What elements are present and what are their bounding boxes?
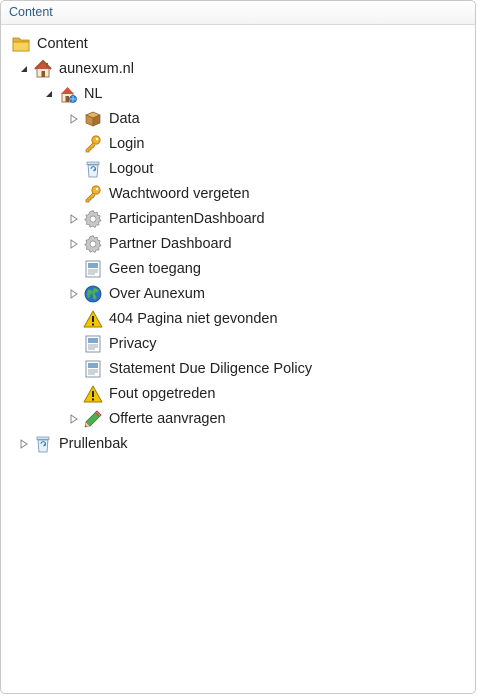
pencil-icon bbox=[83, 409, 103, 429]
expand-arrow-icon[interactable] bbox=[19, 438, 29, 449]
tree-node-trash[interactable]: Prullenbak bbox=[19, 431, 128, 456]
tree-node-content[interactable]: Content bbox=[11, 31, 88, 56]
page-icon bbox=[83, 259, 103, 279]
tree-node-item[interactable]: Statement Due Diligence Policy bbox=[69, 356, 312, 381]
tree-node-label: Partner Dashboard bbox=[109, 235, 232, 252]
tree-node-label: Fout opgetreden bbox=[109, 385, 216, 402]
content-panel: Content Content aunexum.nl NL Data Login… bbox=[0, 0, 476, 694]
home-icon bbox=[33, 59, 53, 79]
gear-icon bbox=[83, 209, 103, 229]
tree-node-item[interactable]: Fout opgetreden bbox=[69, 381, 215, 406]
expand-arrow-icon[interactable] bbox=[69, 413, 79, 424]
tree-node-item[interactable]: 404 Pagina niet gevonden bbox=[69, 306, 278, 331]
tree-node-item[interactable]: Data bbox=[69, 106, 140, 131]
gear-icon bbox=[83, 234, 103, 254]
tree-node-item[interactable]: ParticipantenDashboard bbox=[69, 206, 265, 231]
expand-arrow-icon[interactable] bbox=[69, 238, 79, 249]
tree-node-nl[interactable]: NL bbox=[44, 81, 103, 106]
panel-title: Content bbox=[1, 1, 475, 25]
tree-node-label: Geen toegang bbox=[109, 260, 201, 277]
home-language-icon bbox=[58, 84, 78, 104]
tree-node-item[interactable]: Logout bbox=[69, 156, 153, 181]
tree-node-label: Login bbox=[109, 135, 145, 152]
tree-node-label: 404 Pagina niet gevonden bbox=[109, 310, 278, 327]
tree-node-label: NL bbox=[84, 85, 103, 102]
tree-node-item[interactable]: Over Aunexum bbox=[69, 281, 205, 306]
page-icon bbox=[83, 334, 103, 354]
tree-node-item[interactable]: Offerte aanvragen bbox=[69, 406, 226, 431]
tree-node-label: Data bbox=[109, 110, 140, 127]
tree-node-label: aunexum.nl bbox=[59, 60, 134, 77]
warning-icon bbox=[83, 384, 103, 404]
tree-node-item[interactable]: Geen toegang bbox=[69, 256, 201, 281]
tree-node-label: Over Aunexum bbox=[109, 285, 205, 302]
tree-node-label: Content bbox=[37, 35, 88, 52]
box-icon bbox=[83, 109, 103, 129]
folder-icon bbox=[11, 34, 31, 54]
expand-arrow-icon[interactable] bbox=[69, 288, 79, 299]
page-icon bbox=[83, 359, 103, 379]
tree-node-label: Statement Due Diligence Policy bbox=[109, 360, 313, 377]
tree-node-label: Prullenbak bbox=[59, 435, 128, 452]
tree-node-label: Offerte aanvragen bbox=[109, 410, 226, 427]
recycle-bin-icon bbox=[33, 434, 53, 454]
expand-arrow-icon[interactable] bbox=[69, 213, 79, 224]
expand-arrow-icon[interactable] bbox=[69, 113, 79, 124]
tree-node-label: ParticipantenDashboard bbox=[109, 210, 265, 227]
key-icon bbox=[83, 184, 103, 204]
globe-icon bbox=[83, 284, 103, 304]
tree-node-site[interactable]: aunexum.nl bbox=[19, 56, 134, 81]
tree-node-item[interactable]: Wachtwoord vergeten bbox=[69, 181, 250, 206]
recycle-bin-icon bbox=[83, 159, 103, 179]
tree-node-item[interactable]: Login bbox=[69, 131, 144, 156]
collapse-arrow-icon[interactable] bbox=[19, 64, 29, 74]
warning-icon bbox=[83, 309, 103, 329]
tree-node-item[interactable]: Privacy bbox=[69, 331, 157, 356]
key-icon bbox=[83, 134, 103, 154]
tree-node-label: Privacy bbox=[109, 335, 157, 352]
collapse-arrow-icon[interactable] bbox=[44, 89, 54, 99]
tree-node-label: Wachtwoord vergeten bbox=[109, 185, 250, 202]
tree-node-item[interactable]: Partner Dashboard bbox=[69, 231, 232, 256]
tree-node-label: Logout bbox=[109, 160, 154, 177]
